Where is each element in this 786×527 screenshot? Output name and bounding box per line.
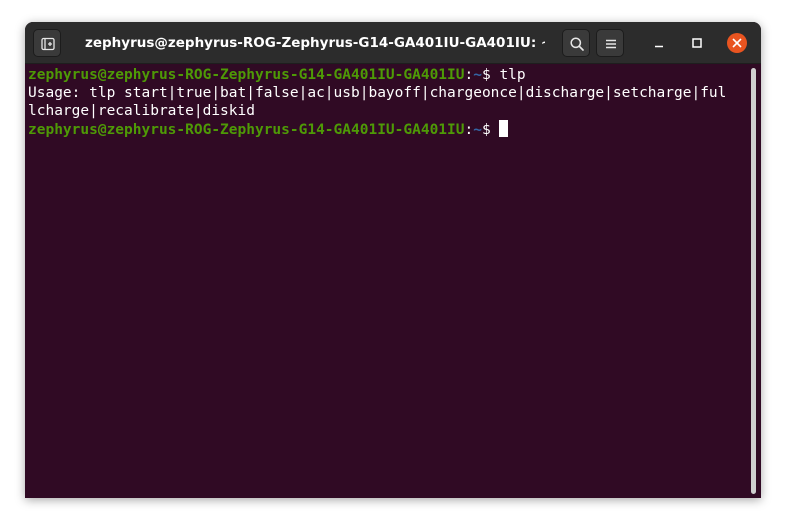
close-button[interactable] <box>727 33 747 53</box>
maximize-button[interactable] <box>685 31 709 55</box>
prompt-line: zephyrus@zephyrus-ROG-Zephyrus-G14-GA401… <box>28 120 761 138</box>
prompt-line: zephyrus@zephyrus-ROG-Zephyrus-G14-GA401… <box>28 66 761 84</box>
title-bar: zephyrus@zephyrus-ROG-Zephyrus-G14-GA401… <box>25 22 761 64</box>
prompt-user: zephyrus@zephyrus-ROG-Zephyrus-G14-GA401… <box>28 122 465 138</box>
hamburger-menu-icon <box>606 39 616 49</box>
prompt-separator: : <box>464 122 474 138</box>
output-line: lcharge|recalibrate|diskid <box>28 103 255 119</box>
prompt-user: zephyrus@zephyrus-ROG-Zephyrus-G14-GA401… <box>28 67 465 83</box>
minimize-button[interactable] <box>647 31 671 55</box>
prompt-separator: : <box>464 67 474 83</box>
new-tab-button[interactable] <box>33 29 61 57</box>
search-button[interactable] <box>562 29 590 57</box>
text-cursor <box>499 120 509 137</box>
prompt-path: ~ <box>473 122 482 138</box>
scrollbar[interactable] <box>751 68 756 494</box>
search-icon <box>570 37 584 51</box>
prompt-symbol: $ <box>481 122 500 138</box>
prompt-path: ~ <box>473 67 482 83</box>
window-title: zephyrus@zephyrus-ROG-Zephyrus-G14-GA401… <box>85 35 545 51</box>
new-tab-icon <box>41 37 55 51</box>
terminal-output[interactable]: zephyrus@zephyrus-ROG-Zephyrus-G14-GA401… <box>25 64 761 498</box>
terminal-window: zephyrus@zephyrus-ROG-Zephyrus-G14-GA401… <box>25 22 761 498</box>
menu-button[interactable] <box>596 29 624 57</box>
command-text: tlp <box>499 67 526 83</box>
output-line: Usage: tlp start|true|bat|false|ac|usb|b… <box>28 85 727 101</box>
close-icon <box>732 38 742 48</box>
prompt-symbol: $ <box>481 67 500 83</box>
maximize-icon <box>692 38 702 48</box>
minimize-icon <box>655 45 663 48</box>
